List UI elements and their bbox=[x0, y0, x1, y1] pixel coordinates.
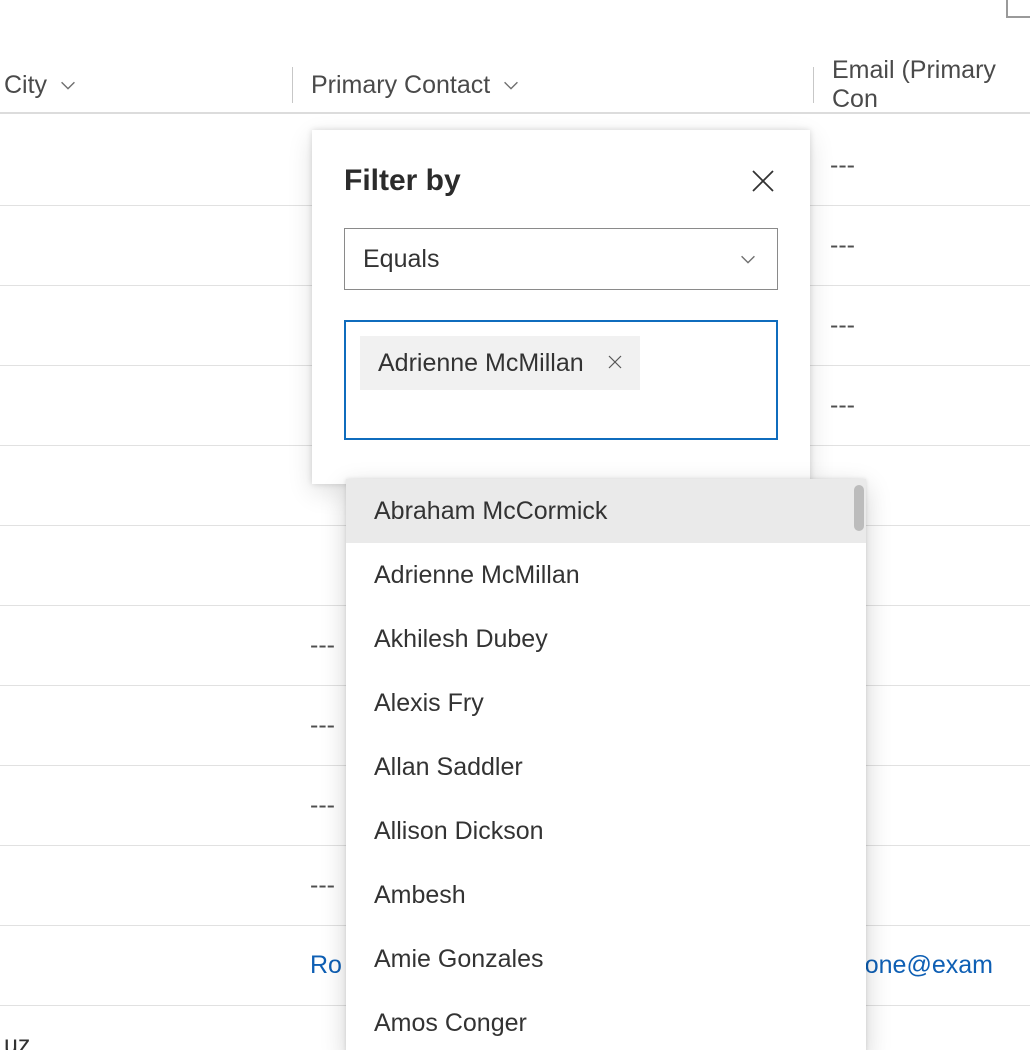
chevron-down-icon bbox=[57, 74, 79, 96]
chip-remove-button[interactable] bbox=[606, 349, 624, 378]
suggestion-item[interactable]: Allan Saddler bbox=[346, 735, 866, 799]
filter-panel-title: Filter by bbox=[344, 164, 461, 198]
column-header-city[interactable]: City bbox=[0, 67, 292, 103]
close-icon bbox=[748, 166, 778, 196]
close-button[interactable] bbox=[748, 166, 778, 196]
suggestion-item[interactable]: Akhilesh Dubey bbox=[346, 607, 866, 671]
filter-operator-select[interactable]: Equals bbox=[344, 228, 778, 290]
column-header-primary-contact[interactable]: Primary Contact bbox=[293, 67, 813, 103]
chevron-down-icon bbox=[737, 248, 759, 270]
cell-email: --- bbox=[812, 151, 1030, 180]
filter-panel-header: Filter by bbox=[344, 164, 778, 198]
chip-label: Adrienne McMillan bbox=[378, 349, 584, 378]
cell-email: --- bbox=[812, 311, 1030, 340]
close-icon bbox=[606, 353, 624, 371]
column-header-city-label: City bbox=[4, 71, 47, 100]
suggestion-item[interactable]: Amie Gonzales bbox=[346, 927, 866, 991]
column-header-row: City Primary Contact Email (Primary Con bbox=[0, 58, 1030, 114]
filter-operator-value: Equals bbox=[363, 245, 439, 274]
filter-value-input[interactable]: Adrienne McMillan bbox=[344, 320, 778, 440]
cell-city: uz bbox=[0, 1031, 292, 1050]
suggestion-item[interactable]: Abraham McCormick bbox=[346, 479, 866, 543]
suggestion-item[interactable]: Adrienne McMillan bbox=[346, 543, 866, 607]
suggestion-item[interactable]: Ambesh bbox=[346, 863, 866, 927]
filter-suggestion-dropdown: Abraham McCormickAdrienne McMillanAkhile… bbox=[346, 479, 866, 1050]
window-edge-fragment bbox=[1006, 0, 1030, 18]
filter-panel: Filter by Equals Adrienne McMillan bbox=[312, 130, 810, 484]
column-header-contact-label: Primary Contact bbox=[311, 71, 490, 100]
column-header-email[interactable]: Email (Primary Con bbox=[814, 67, 1030, 103]
scrollbar-thumb[interactable] bbox=[854, 485, 864, 531]
filter-suggestion-list: Abraham McCormickAdrienne McMillanAkhile… bbox=[346, 479, 866, 1050]
suggestion-item[interactable]: Allison Dickson bbox=[346, 799, 866, 863]
suggestion-item[interactable]: Amos Conger bbox=[346, 991, 866, 1050]
filter-value-chip: Adrienne McMillan bbox=[360, 336, 640, 390]
suggestion-item[interactable]: Alexis Fry bbox=[346, 671, 866, 735]
cell-email: --- bbox=[812, 391, 1030, 420]
chevron-down-icon bbox=[500, 74, 522, 96]
column-header-email-label: Email (Primary Con bbox=[832, 56, 1014, 114]
cell-email: --- bbox=[812, 231, 1030, 260]
